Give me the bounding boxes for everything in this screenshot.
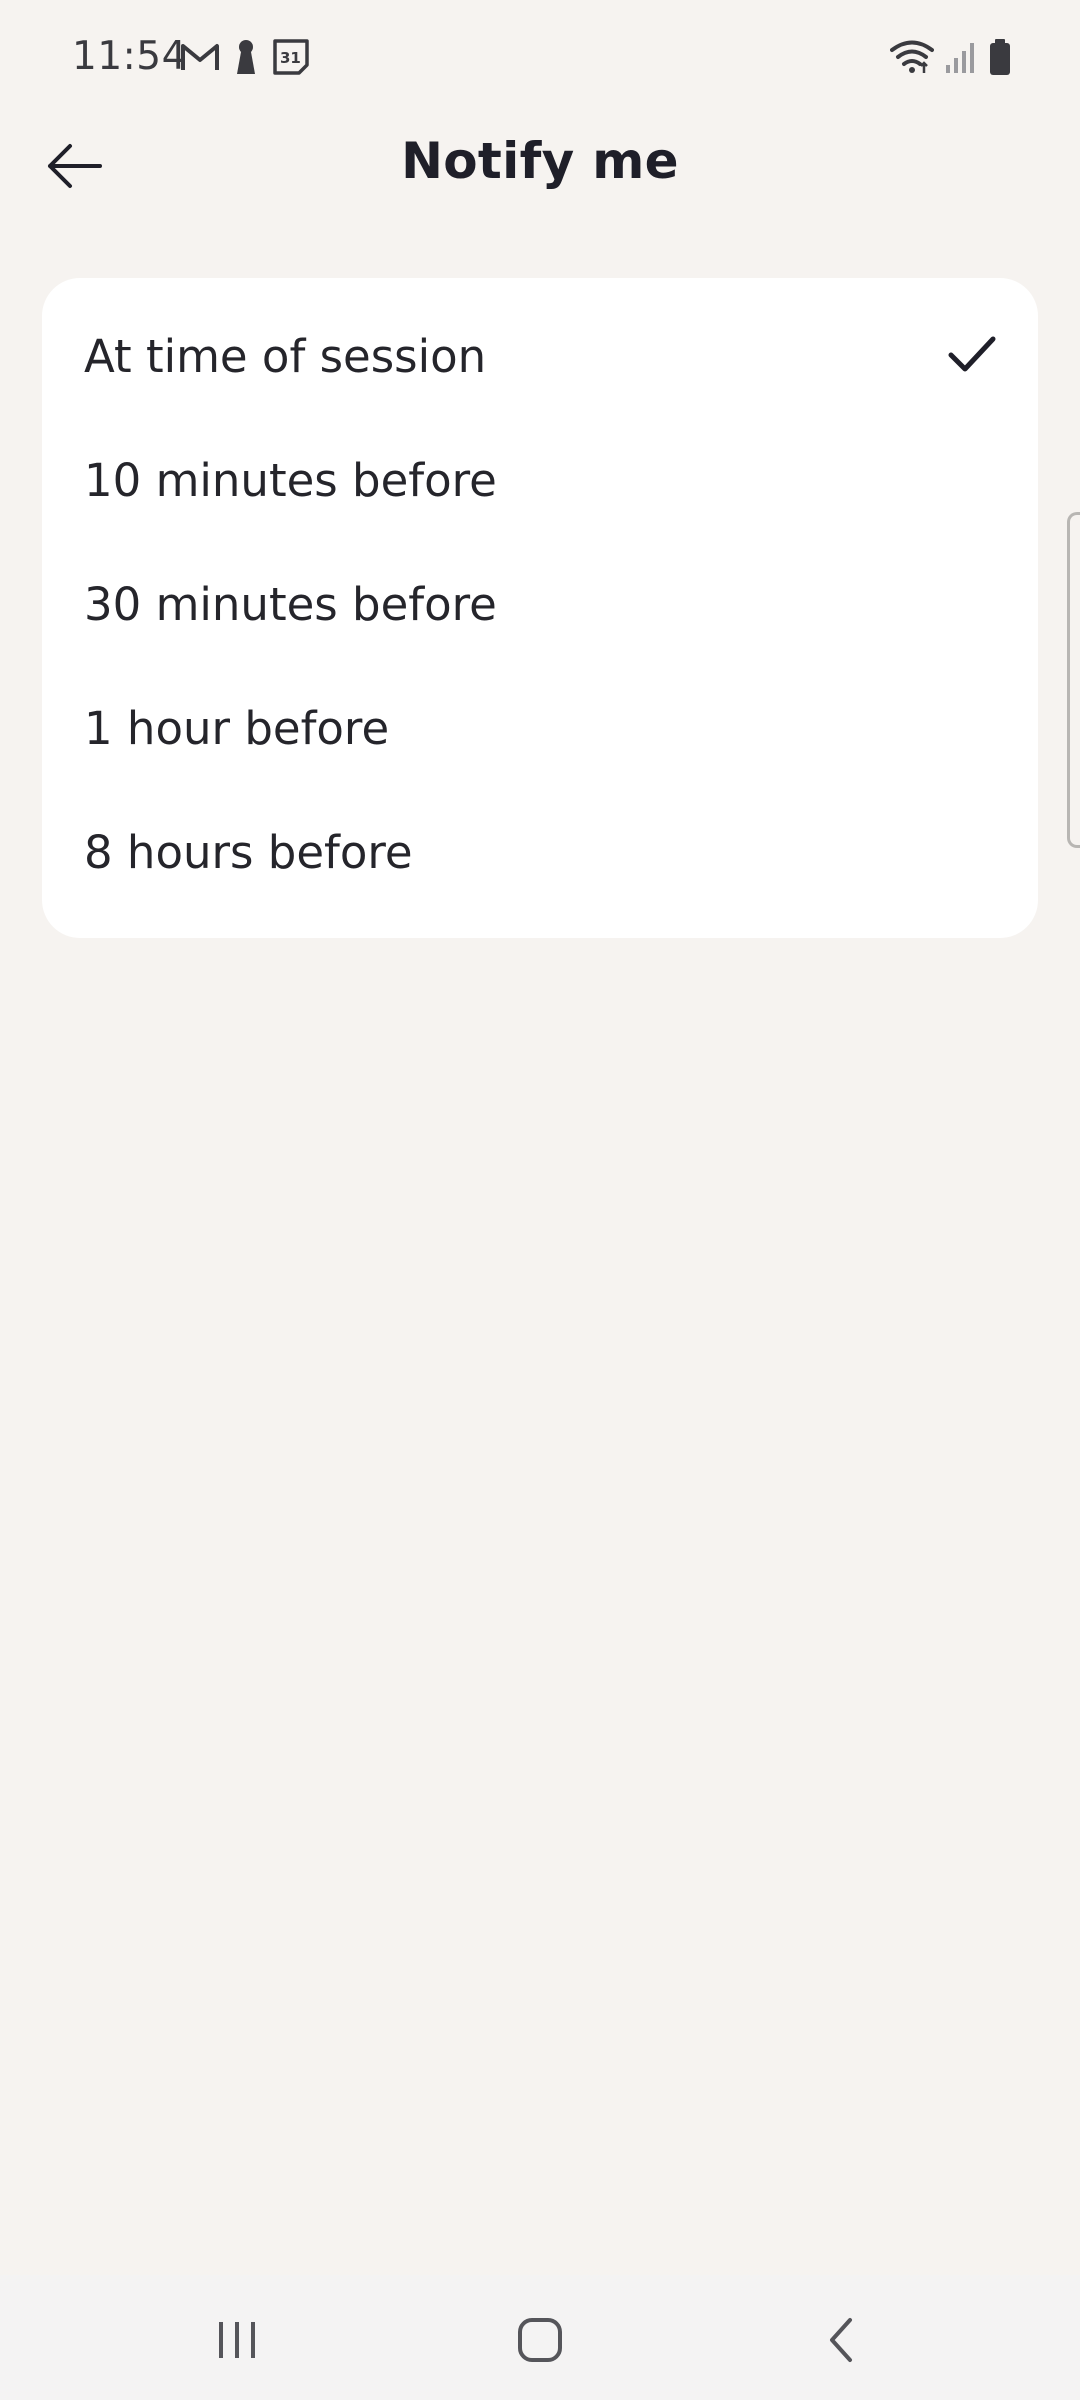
option-8-hours-before[interactable]: 8 hours before xyxy=(42,774,1038,898)
notification-icons: 31 xyxy=(180,38,310,80)
option-1-hour-before[interactable]: 1 hour before xyxy=(42,650,1038,774)
option-at-time-of-session[interactable]: At time of session xyxy=(42,278,1038,402)
battery-icon xyxy=(988,38,1012,80)
gmail-icon xyxy=(180,41,220,77)
notify-options-list: At time of session 10 minutes before 30 … xyxy=(42,278,1038,938)
back-icon xyxy=(830,2318,852,2362)
system-icons xyxy=(890,38,1012,80)
wifi-icon xyxy=(890,39,934,79)
page-title: Notify me xyxy=(401,132,679,190)
app-bar: Notify me xyxy=(0,120,1080,210)
option-label: 10 minutes before xyxy=(84,454,497,507)
option-10-minutes-before[interactable]: 10 minutes before xyxy=(42,402,1038,526)
status-bar: 11:54 31 xyxy=(0,0,1080,120)
option-label: 30 minutes before xyxy=(84,578,497,631)
status-time: 11:54 xyxy=(72,34,187,79)
checkmark-icon xyxy=(948,336,996,372)
signal-icon xyxy=(944,39,978,79)
calendar-icon: 31 xyxy=(272,38,310,80)
recents-button[interactable] xyxy=(192,2295,282,2385)
option-30-minutes-before[interactable]: 30 minutes before xyxy=(42,526,1038,650)
nav-back-button[interactable] xyxy=(797,2295,887,2385)
edge-panel-handle[interactable] xyxy=(1067,512,1080,848)
system-nav-bar xyxy=(0,2275,1080,2400)
calendar-day: 31 xyxy=(280,49,301,67)
recents-icon xyxy=(219,2322,255,2358)
option-label: At time of session xyxy=(84,330,487,383)
home-icon xyxy=(518,2318,562,2362)
option-label: 1 hour before xyxy=(84,702,390,755)
keyhole-icon xyxy=(234,38,258,80)
option-label: 8 hours before xyxy=(84,826,413,879)
home-button[interactable] xyxy=(495,2295,585,2385)
